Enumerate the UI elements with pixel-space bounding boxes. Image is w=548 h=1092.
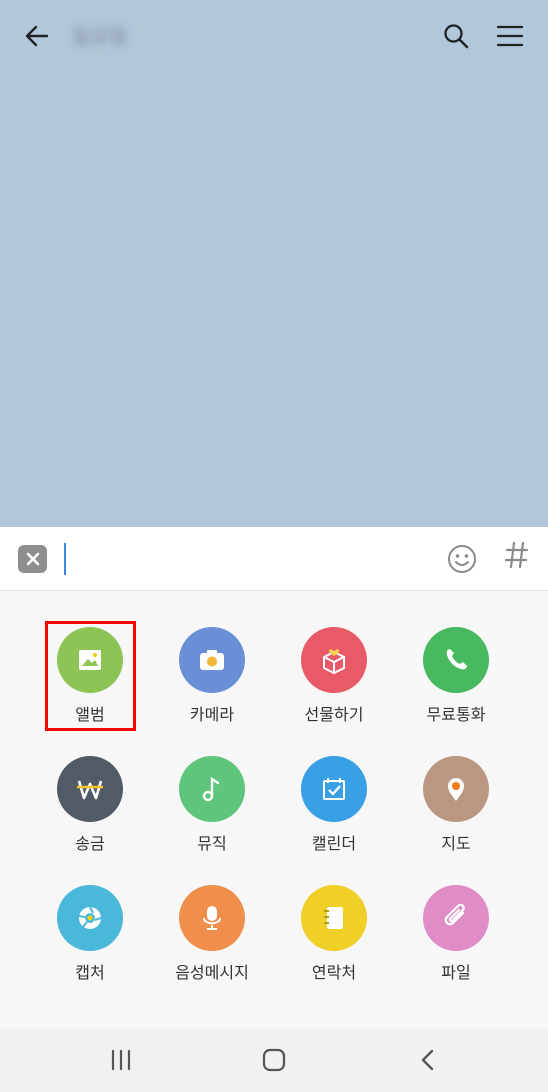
close-attachments-button[interactable] — [18, 545, 47, 573]
map-pin-icon — [423, 756, 489, 822]
mic-icon — [179, 885, 245, 951]
android-nav-bar — [0, 1028, 548, 1092]
contacts-icon — [301, 885, 367, 951]
won-icon — [57, 756, 123, 822]
search-button[interactable] — [436, 16, 476, 56]
attachment-gift[interactable]: 선물하기 — [274, 591, 394, 724]
attachment-label: 파일 — [441, 963, 471, 982]
gift-icon — [301, 627, 367, 693]
selection-highlight — [45, 621, 136, 731]
hashtag-search-button[interactable] — [503, 541, 531, 575]
chevron-left-icon — [421, 1049, 434, 1071]
attachment-map-pin[interactable]: 지도 — [396, 720, 516, 853]
hamburger-menu-icon — [496, 25, 524, 47]
attachment-label: 연락처 — [311, 963, 357, 982]
emoticon-icon — [448, 545, 476, 573]
attachment-paperclip[interactable]: 파일 — [396, 849, 516, 982]
back-nav-button[interactable] — [404, 1040, 452, 1080]
chat-room-title: 일요일 — [72, 24, 128, 48]
attachment-label: 캡처 — [75, 963, 105, 982]
attachment-capture[interactable]: 캡처 — [30, 849, 150, 982]
attachment-contacts[interactable]: 연락처 — [274, 849, 394, 982]
recent-apps-icon — [111, 1049, 131, 1071]
back-arrow-icon — [25, 25, 49, 47]
attachment-mic[interactable]: 음성메시지 — [152, 849, 272, 982]
capture-icon — [57, 885, 123, 951]
attachment-label: 음성메시지 — [175, 963, 249, 982]
recent-apps-button[interactable] — [97, 1040, 145, 1080]
attachment-phone[interactable]: 무료통화 — [396, 591, 516, 724]
home-icon — [262, 1048, 286, 1072]
attachment-won[interactable]: 송금 — [30, 720, 150, 853]
attachment-music[interactable]: 뮤직 — [152, 720, 272, 853]
camera-icon — [179, 627, 245, 693]
paperclip-icon — [423, 885, 489, 951]
chat-area — [0, 0, 548, 527]
attachment-calendar[interactable]: 캘린더 — [274, 720, 394, 853]
close-icon — [26, 552, 39, 566]
hashtag-icon — [504, 541, 529, 569]
top-bar: 일요일 — [0, 0, 548, 72]
home-button[interactable] — [250, 1040, 298, 1080]
phone-icon — [423, 627, 489, 693]
message-input-bar — [0, 527, 548, 591]
menu-button[interactable] — [490, 16, 530, 56]
search-icon — [444, 24, 469, 49]
emoticon-button[interactable] — [446, 543, 478, 575]
text-cursor[interactable] — [64, 543, 66, 575]
music-icon — [179, 756, 245, 822]
calendar-icon — [301, 756, 367, 822]
attachment-camera[interactable]: 카메라 — [152, 591, 272, 724]
back-button[interactable] — [17, 16, 57, 56]
